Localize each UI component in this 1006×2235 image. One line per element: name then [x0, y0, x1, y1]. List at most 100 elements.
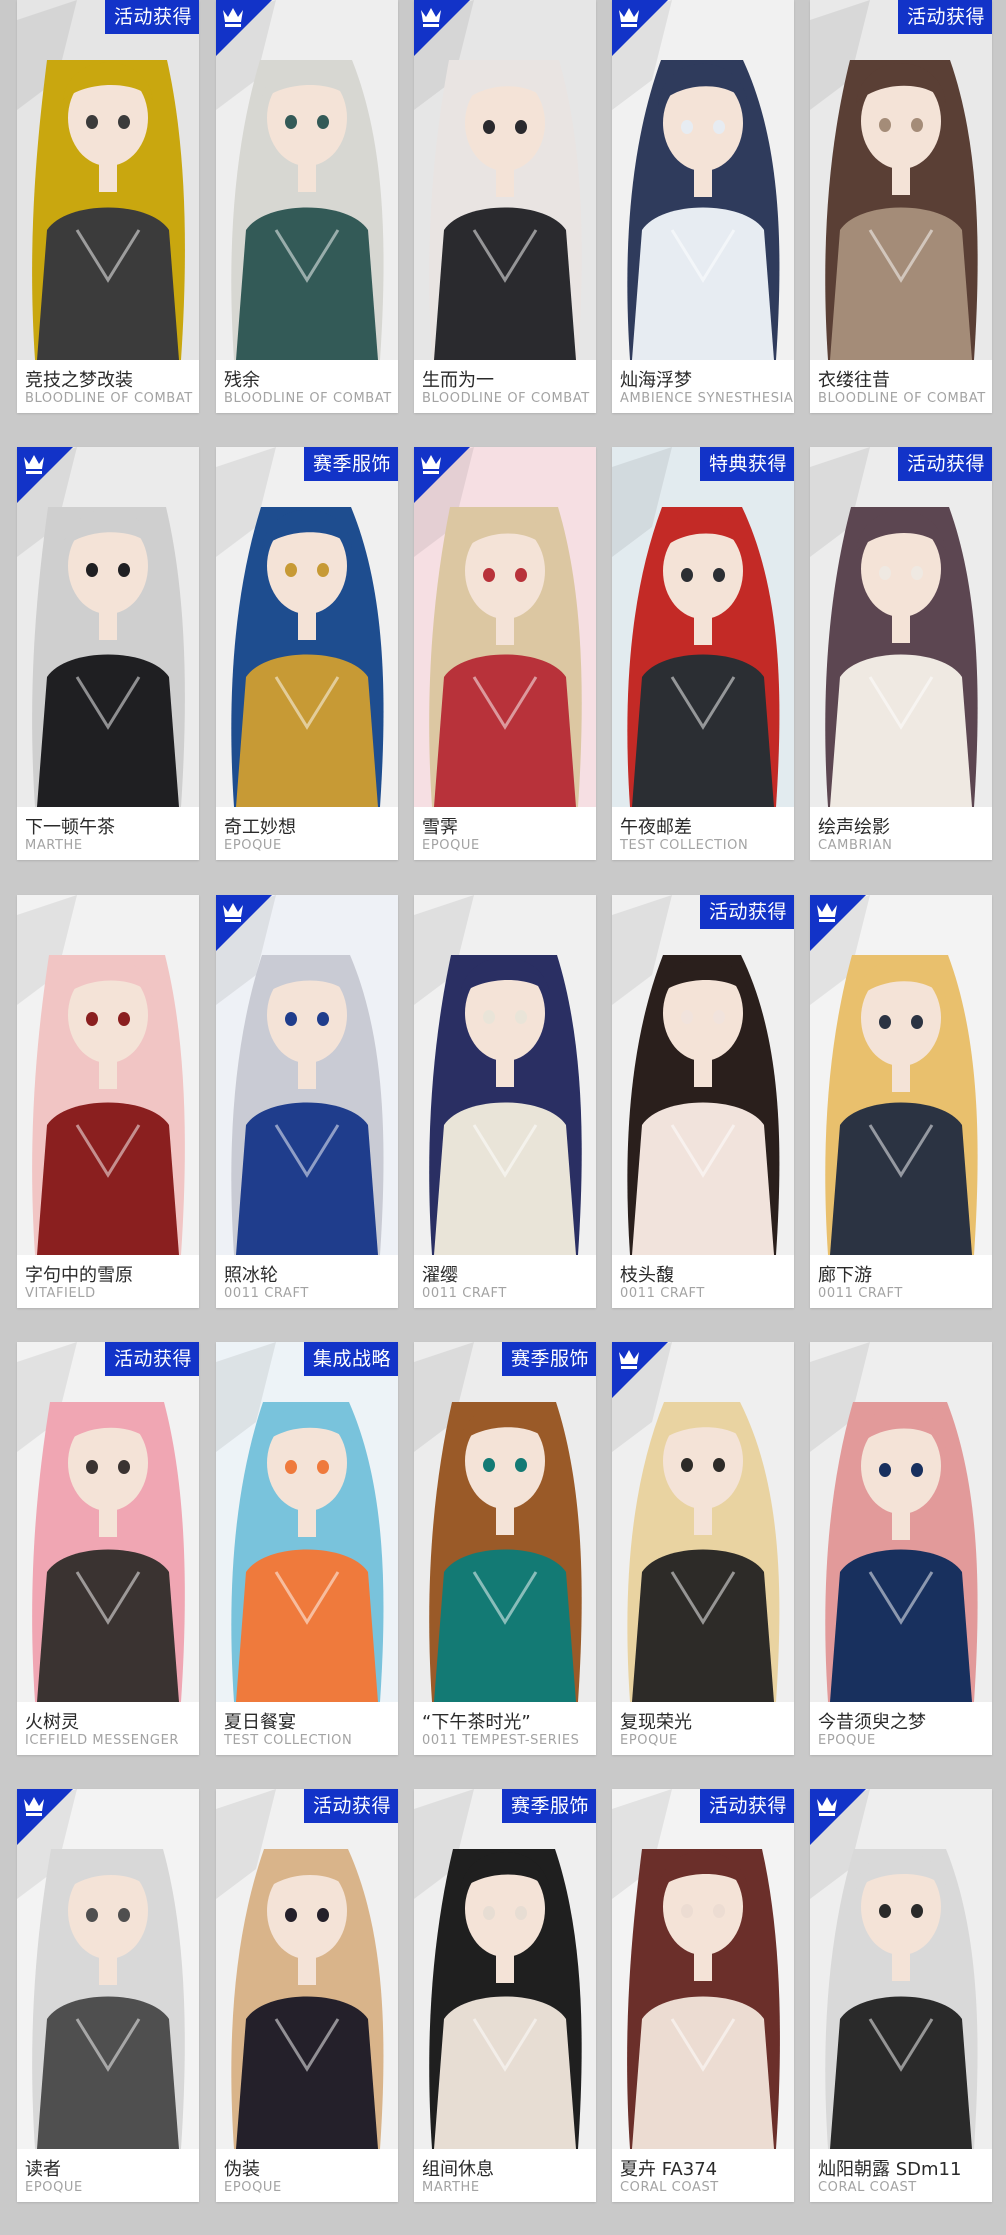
skin-card[interactable]: 灿阳朝露 SDm11 CORAL COAST	[810, 1789, 992, 2202]
skin-grid: 活动获得 竞技之梦改装 BLOODLINE OF COMBAT 残余 BLOODLINE…	[0, 0, 1006, 2235]
skin-series: EPOQUE	[422, 838, 480, 853]
skin-caption: 灿阳朝露 SDm11 CORAL COAST	[810, 2149, 992, 2202]
skin-series: 0011 CRAFT	[224, 1286, 309, 1301]
skin-card[interactable]: 今昔须臾之梦 EPOQUE	[810, 1342, 992, 1755]
skin-card[interactable]: 濯缨 0011 CRAFT	[414, 895, 596, 1308]
skin-caption: 今昔须臾之梦 EPOQUE	[810, 1702, 992, 1755]
skin-art	[216, 1342, 398, 1702]
skin-card[interactable]: 下一顿午茶 MARTHE	[17, 447, 199, 860]
skin-card[interactable]: 赛季服饰 奇工妙想 EPOQUE	[216, 447, 398, 860]
skin-caption: 火树灵 ICEFIELD MESSENGER	[17, 1702, 199, 1755]
skin-art	[17, 0, 199, 360]
skin-art-frame	[414, 895, 596, 1255]
skin-card[interactable]: 特典获得 午夜邮差 TEST COLLECTION	[612, 447, 794, 860]
skin-caption: 读者 EPOQUE	[17, 2149, 199, 2202]
skin-name: 火树灵	[25, 1712, 79, 1733]
skin-caption: 夏卉 FA374 CORAL COAST	[612, 2149, 794, 2202]
skin-art	[810, 447, 992, 807]
skin-caption: 濯缨 0011 CRAFT	[414, 1255, 596, 1308]
crown-shop-icon	[810, 1789, 866, 1845]
skin-card[interactable]: 生而为一 BLOODLINE OF COMBAT	[414, 0, 596, 413]
skin-series: CORAL COAST	[620, 2180, 719, 2195]
skin-caption: “下午茶时光” 0011 TEMPEST-SERIES	[414, 1702, 596, 1755]
crown-shop-icon	[17, 1789, 73, 1845]
skin-series: VITAFIELD	[25, 1286, 96, 1301]
skin-art	[216, 447, 398, 807]
skin-caption: 残余 BLOODLINE OF COMBAT	[216, 360, 398, 413]
skin-art	[17, 1342, 199, 1702]
acquisition-badge: 活动获得	[699, 1789, 794, 1823]
skin-name: “下午茶时光”	[422, 1712, 531, 1733]
skin-caption: 衣缕往昔 BLOODLINE OF COMBAT	[810, 360, 992, 413]
skin-name: 衣缕往昔	[818, 370, 890, 391]
skin-name: 雪霁	[422, 817, 458, 838]
skin-art	[216, 1789, 398, 2149]
skin-art-frame	[810, 1342, 992, 1702]
skin-card[interactable]: 照冰轮 0011 CRAFT	[216, 895, 398, 1308]
skin-art-frame	[612, 895, 794, 1255]
skin-art	[17, 895, 199, 1255]
skin-caption: 复现荣光 EPOQUE	[612, 1702, 794, 1755]
skin-art-frame	[216, 447, 398, 807]
crown-shop-icon	[216, 895, 272, 951]
skin-card[interactable]: 活动获得伪装 EPOQUE	[216, 1789, 398, 2202]
skin-card[interactable]: 赛季服饰 组间休息 MARTHE	[414, 1789, 596, 2202]
skin-name: 午夜邮差	[620, 817, 692, 838]
skin-card[interactable]: 集成战略 夏日餐宴 TEST COLLECTION	[216, 1342, 398, 1755]
skin-card[interactable]: 活动获得夏卉 FA374 CORAL COAST	[612, 1789, 794, 2202]
skin-card[interactable]: 雪霁 EPOQUE	[414, 447, 596, 860]
skin-caption: 绘声绘影 CAMBRIAN	[810, 807, 992, 860]
skin-name: 濯缨	[422, 1265, 458, 1286]
crown-shop-icon	[17, 447, 73, 503]
crown-shop-icon	[612, 0, 668, 56]
skin-card[interactable]: 残余 BLOODLINE OF COMBAT	[216, 0, 398, 413]
skin-card[interactable]: 活动获得 火树灵 ICEFIELD MESSENGER	[17, 1342, 199, 1755]
crown-shop-icon	[612, 1342, 668, 1398]
skin-card[interactable]: 赛季服饰 “下午茶时光” 0011 TEMPEST-SERIES	[414, 1342, 596, 1755]
skin-card[interactable]: 复现荣光 EPOQUE	[612, 1342, 794, 1755]
acquisition-badge: 活动获得	[303, 1789, 398, 1823]
skin-card[interactable]: 字句中的雪原 VITAFIELD	[17, 895, 199, 1308]
skin-name: 照冰轮	[224, 1265, 278, 1286]
skin-card[interactable]: 活动获得竞技之梦改装 BLOODLINE OF COMBAT	[17, 0, 199, 413]
skin-caption: 雪霁 EPOQUE	[414, 807, 596, 860]
skin-caption: 灿海浮梦 AMBIENCE SYNESTHESIA	[612, 360, 794, 413]
skin-series: BLOODLINE OF COMBAT	[25, 391, 193, 406]
skin-art	[810, 0, 992, 360]
skin-caption: 枝头馥 0011 CRAFT	[612, 1255, 794, 1308]
skin-name: 今昔须臾之梦	[818, 1712, 926, 1733]
skin-caption: 下一顿午茶 MARTHE	[17, 807, 199, 860]
acquisition-badge: 活动获得	[897, 447, 992, 481]
skin-card[interactable]: 灿海浮梦 AMBIENCE SYNESTHESIA	[612, 0, 794, 413]
acquisition-badge: 特典获得	[699, 447, 794, 481]
skin-card[interactable]: 活动获得绘声绘影 CAMBRIAN	[810, 447, 992, 860]
skin-series: BLOODLINE OF COMBAT	[818, 391, 986, 406]
skin-art-frame	[612, 447, 794, 807]
skin-art-frame	[17, 1342, 199, 1702]
skin-art-frame	[414, 1789, 596, 2149]
skin-caption: 竞技之梦改装 BLOODLINE OF COMBAT	[17, 360, 199, 413]
skin-art-frame	[612, 1789, 794, 2149]
skin-series: AMBIENCE SYNESTHESIA	[620, 391, 794, 406]
skin-series: EPOQUE	[818, 1733, 876, 1748]
skin-card[interactable]: 活动获得 枝头馥 0011 CRAFT	[612, 895, 794, 1308]
skin-series: EPOQUE	[224, 2180, 282, 2195]
skin-art-frame	[216, 1789, 398, 2149]
skin-series: 0011 CRAFT	[818, 1286, 903, 1301]
acquisition-badge: 赛季服饰	[501, 1342, 596, 1376]
skin-series: BLOODLINE OF COMBAT	[224, 391, 392, 406]
skin-name: 复现荣光	[620, 1712, 692, 1733]
skin-art	[414, 1342, 596, 1702]
skin-card[interactable]: 读者 EPOQUE	[17, 1789, 199, 2202]
skin-name: 伪装	[224, 2159, 260, 2180]
crown-shop-icon	[216, 0, 272, 56]
skin-caption: 奇工妙想 EPOQUE	[216, 807, 398, 860]
acquisition-badge: 集成战略	[303, 1342, 398, 1376]
skin-caption: 组间休息 MARTHE	[414, 2149, 596, 2202]
skin-art-frame	[810, 447, 992, 807]
acquisition-badge: 活动获得	[104, 0, 199, 34]
skin-name: 奇工妙想	[224, 817, 296, 838]
skin-card[interactable]: 廊下游 0011 CRAFT	[810, 895, 992, 1308]
skin-series: TEST COLLECTION	[224, 1733, 353, 1748]
skin-card[interactable]: 活动获得 衣缕往昔 BLOODLINE OF COMBAT	[810, 0, 992, 413]
